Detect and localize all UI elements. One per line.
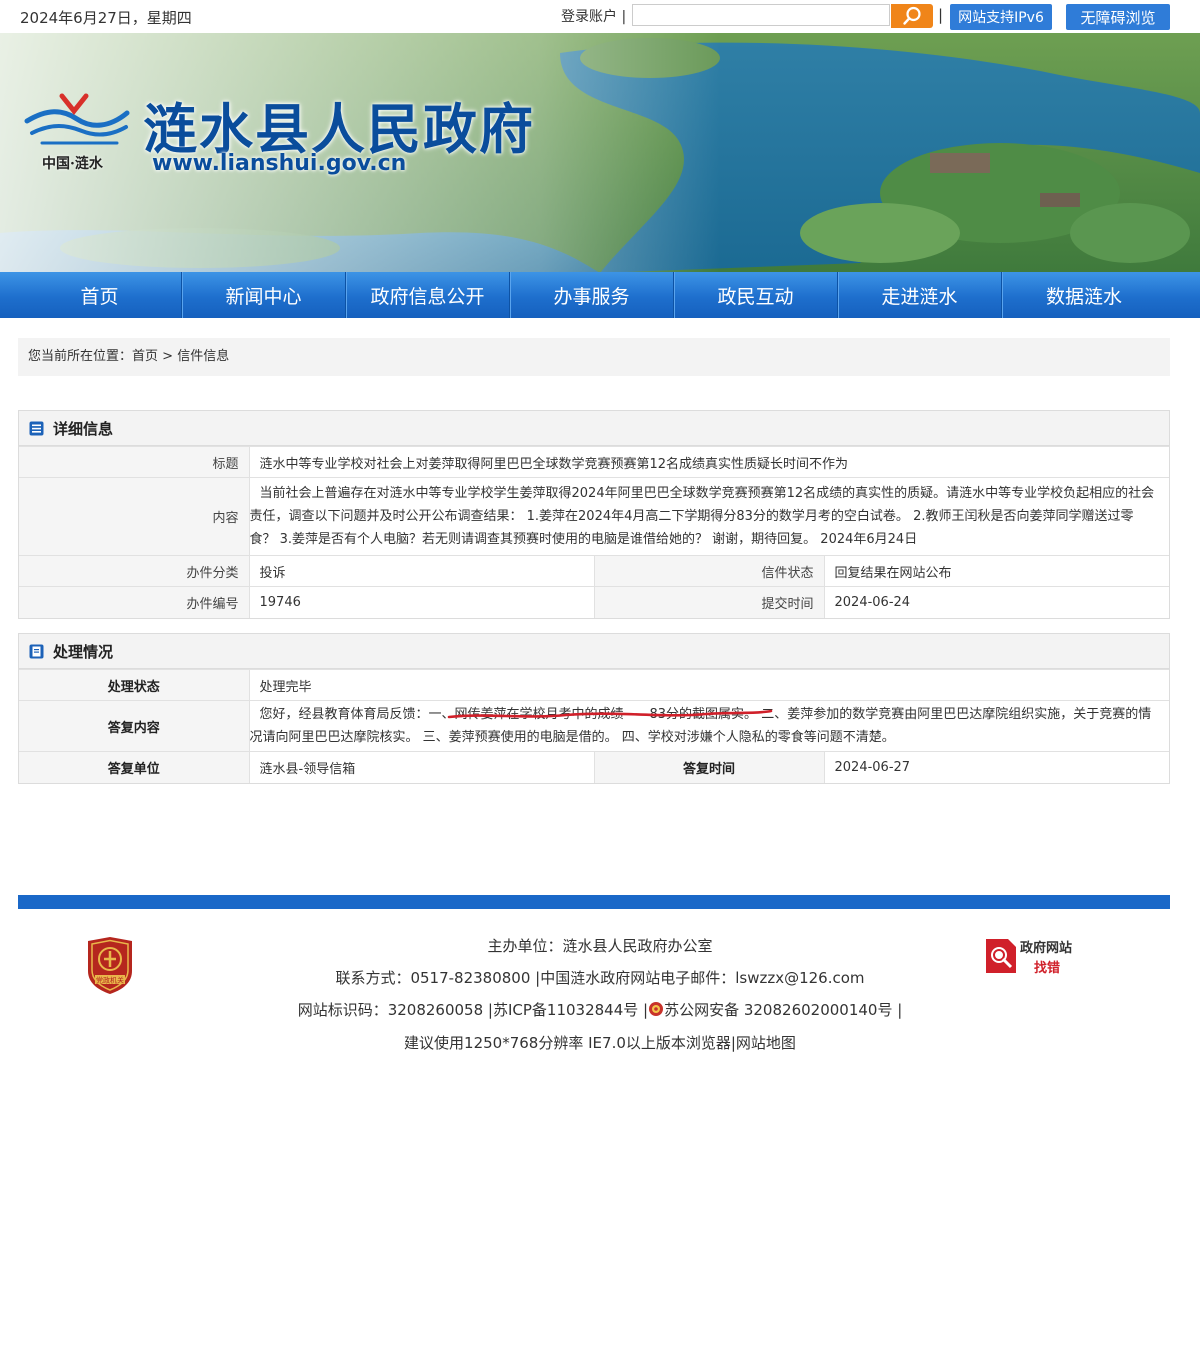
breadcrumb-separator: >: [158, 349, 178, 364]
detail-heading: 详细信息: [53, 419, 114, 438]
current-date: 2024年6月27日，星期四: [20, 9, 192, 27]
topbar-separator: |: [938, 6, 944, 24]
site-banner: 中国·涟水 涟水县人民政府 www.lianshui.gov.cn: [0, 33, 1200, 273]
login-link[interactable]: 登录账户 |: [561, 6, 626, 26]
title-label: 标题: [19, 446, 250, 478]
submit-time-value: 2024-06-24: [824, 586, 1169, 618]
red-underline-annotation: [467, 1336, 792, 1358]
search-button[interactable]: [891, 4, 933, 28]
letter-status-label: 信件状态: [594, 555, 825, 587]
case-number-value: 19746: [249, 586, 595, 618]
case-number-label: 办件编号: [19, 586, 250, 618]
lianshui-logo-mark: [24, 93, 130, 145]
footer-ids-right[interactable]: 苏公网安备 32082602000140号 |: [664, 1001, 902, 1019]
breadcrumb-prefix: 您当前所在位置：: [28, 349, 133, 364]
category-label: 办件分类: [19, 555, 250, 587]
search-input[interactable]: [632, 4, 890, 26]
table-row: 内容 当前社会上普遍存在对涟水中等专业学校学生姜萍取得2024年阿里巴巴全球数学…: [19, 477, 1169, 556]
process-state-value: 处理完毕: [249, 669, 1169, 701]
breadcrumb-current: 信件信息: [177, 349, 230, 364]
table-row: 办件编号 19746 提交时间 2024-06-24: [19, 586, 1169, 618]
ipv6-button[interactable]: 网站支持IPv6: [950, 4, 1052, 30]
footer-ids: 网站标识码：3208260058 |苏ICP备11032844号 | 苏公网安备 …: [0, 999, 1200, 1020]
reply-time-value: 2024-06-27: [824, 751, 1169, 783]
nav-item-gov-info[interactable]: 政府信息公开: [346, 272, 510, 318]
submit-time-label: 提交时间: [594, 586, 825, 618]
detail-table: 标题 涟水中等专业学校对社会上对姜萍取得阿里巴巴全球数学竞赛预赛第12名成绩真实…: [19, 446, 1169, 618]
logo-subtitle: 中国·涟水: [42, 156, 103, 172]
red-underline-stroke: [447, 709, 773, 719]
breadcrumb-home-link[interactable]: 首页: [132, 349, 158, 364]
reply-text-start: 您好，经县教育体育局反馈：一、: [259, 707, 455, 722]
letter-status-value: 回复结果在网站公布: [824, 555, 1169, 587]
search-icon: [903, 6, 921, 25]
process-state-label: 处理状态: [19, 669, 250, 701]
breadcrumb: 您当前所在位置：首页 > 信件信息: [18, 338, 1170, 376]
list-icon: [29, 421, 44, 435]
nav-item-news[interactable]: 新闻中心: [182, 272, 346, 318]
error-report-icon: [986, 939, 1016, 973]
reply-unit-value: 涟水县-领导信箱: [249, 751, 595, 783]
process-heading: 处理情况: [53, 642, 114, 661]
gov-website-error-report[interactable]: 政府网站 找错: [984, 935, 1080, 977]
table-row: 处理状态 处理完毕: [19, 669, 1169, 701]
document-icon: [29, 644, 44, 658]
nav-item-services[interactable]: 办事服务: [510, 272, 674, 318]
process-table: 处理状态 处理完毕 答复内容 您好，经县教育体育局反馈：一、网传姜萍在学校月考中…: [19, 669, 1169, 783]
nav-item-about[interactable]: 走进涟水: [838, 272, 1002, 318]
nav-item-data[interactable]: 数据涟水: [1002, 272, 1166, 318]
detail-panel-header: 详细信息: [19, 411, 1169, 446]
category-value: 投诉: [249, 555, 595, 587]
error-report-title: 政府网站: [1020, 941, 1073, 956]
error-report-sub: 找错: [1034, 961, 1061, 976]
police-badge-icon: [649, 1002, 664, 1016]
process-panel-header: 处理情况: [19, 634, 1169, 669]
footer-ids-left: 网站标识码：3208260058 |苏ICP备11032844号 |: [297, 1001, 649, 1019]
reply-time-label: 答复时间: [594, 751, 825, 783]
footer-bar: [18, 895, 1170, 909]
reply-unit-label: 答复单位: [19, 751, 250, 783]
accessible-browse-button[interactable]: 无障碍浏览: [1066, 4, 1170, 30]
reply-content-label: 答复内容: [19, 700, 250, 752]
content-label: 内容: [19, 477, 250, 556]
nav-item-interaction[interactable]: 政民互动: [674, 272, 838, 318]
table-row: 标题 涟水中等专业学校对社会上对姜萍取得阿里巴巴全球数学竞赛预赛第12名成绩真实…: [19, 446, 1169, 478]
top-bar: 2024年6月27日，星期四 登录账户 | | 网站支持IPv6 无障碍浏览: [0, 0, 1200, 33]
nav-item-home[interactable]: 首页: [18, 272, 182, 318]
detail-panel: 详细信息 标题 涟水中等专业学校对社会上对姜萍取得阿里巴巴全球数学竞赛预赛第12…: [18, 410, 1170, 619]
title-value: 涟水中等专业学校对社会上对姜萍取得阿里巴巴全球数学竞赛预赛第12名成绩真实性质疑…: [249, 446, 1169, 478]
site-url: www.lianshui.gov.cn: [152, 151, 407, 176]
content-value: 当前社会上普遍存在对涟水中等专业学校学生姜萍取得2024年阿里巴巴全球数学竞赛预…: [249, 486, 1155, 547]
main-nav: 首页 新闻中心 政府信息公开 办事服务 政民互动 走进涟水 数据涟水: [0, 272, 1200, 318]
table-row: 答复单位 涟水县-领导信箱 答复时间 2024-06-27: [19, 751, 1169, 783]
table-row: 办件分类 投诉 信件状态 回复结果在网站公布: [19, 555, 1169, 587]
footer-advice: 建议使用1250*768分辨率 IE7.0以上版本浏览器|网站地图: [404, 1034, 796, 1052]
